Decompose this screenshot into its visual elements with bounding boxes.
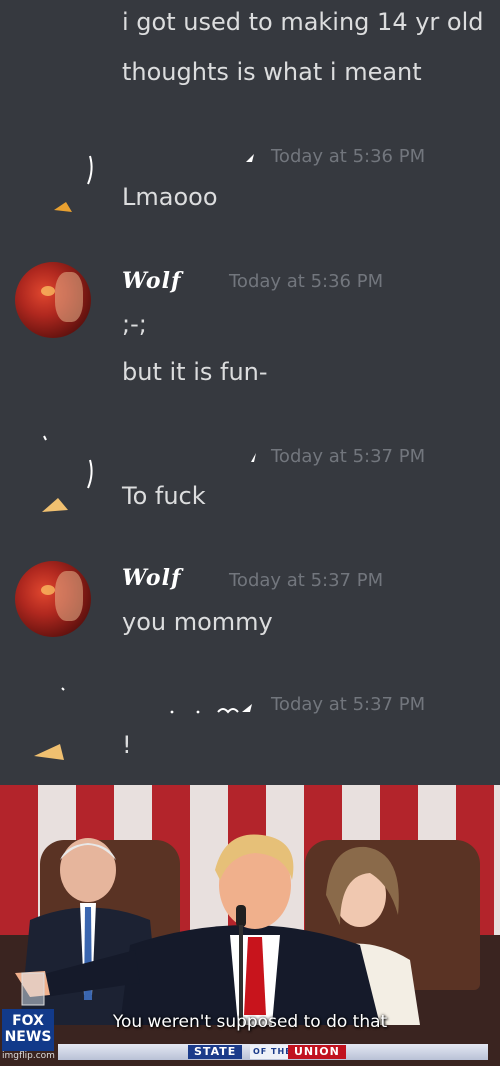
message-text: you mommy xyxy=(122,608,273,636)
message-timestamp: Today at 5:37 PM xyxy=(271,446,426,467)
message-text: but it is fun- xyxy=(122,358,268,386)
chyron-banner: STATE OF THE UNION xyxy=(58,1044,488,1060)
people-illustration xyxy=(15,834,420,1025)
redacted-name xyxy=(251,453,256,462)
redacted-avatar xyxy=(54,155,93,212)
message-timestamp: Today at 5:36 PM xyxy=(229,271,384,292)
user-avatar[interactable] xyxy=(15,561,91,637)
meme-caption: You weren't supposed to do that xyxy=(112,1012,388,1032)
message-text: ! xyxy=(122,731,132,759)
message-text: i got used to making 14 yr old xyxy=(122,8,484,36)
redacted-name xyxy=(170,704,252,714)
banner-state: STATE xyxy=(188,1045,243,1059)
message-text: Lmaooo xyxy=(122,183,218,211)
message-author[interactable]: Wolf xyxy=(122,268,181,294)
redacted-avatar xyxy=(42,435,93,512)
user-avatar[interactable] xyxy=(15,262,91,338)
meme-image: You weren't supposed to do that STATE OF… xyxy=(0,785,500,1066)
redacted-avatar xyxy=(34,687,65,760)
message-text: To fuck xyxy=(122,482,206,510)
chat-panel: i got used to making 14 yr old thoughts … xyxy=(0,0,500,785)
message-text: ;-; xyxy=(122,310,147,338)
message-timestamp: Today at 5:37 PM xyxy=(229,570,384,591)
message-text: thoughts is what i meant xyxy=(122,58,422,86)
banner-union: UNION xyxy=(288,1045,346,1059)
message-timestamp: Today at 5:36 PM xyxy=(271,146,426,167)
message-timestamp: Today at 5:37 PM xyxy=(271,694,426,715)
message-author[interactable]: Wolf xyxy=(122,565,181,591)
fox-news-logo: FOX NEWS xyxy=(2,1009,54,1051)
watermark: imgflip.com xyxy=(2,1051,55,1061)
redacted-name xyxy=(246,154,254,162)
